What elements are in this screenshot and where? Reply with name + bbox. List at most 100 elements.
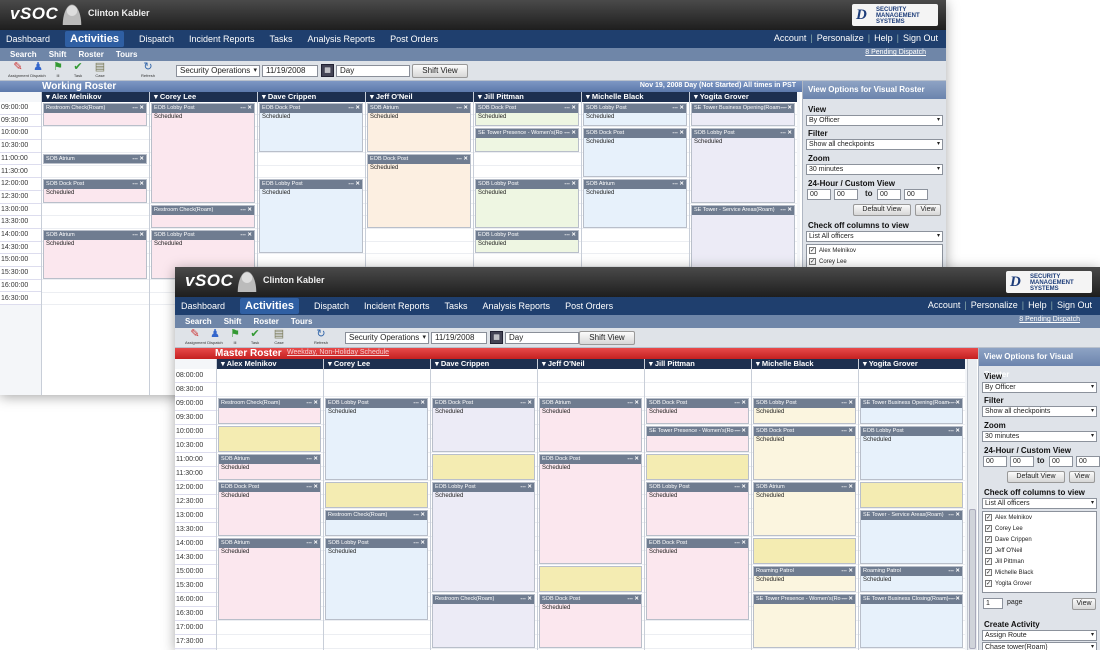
case-tool[interactable]: ▤ Case (269, 329, 289, 346)
dispatch-tool[interactable]: ♟ Dispatch (205, 329, 225, 346)
nav-dashboard[interactable]: Dashboard (6, 34, 50, 44)
officer-checkbox-item[interactable]: ✓Jeff O'Neil (983, 545, 1096, 556)
close-icon[interactable]: --- ✕ (456, 104, 468, 113)
columns-filter-select[interactable]: List All officers ▾ (982, 498, 1097, 509)
subnav-search[interactable]: Search (185, 317, 212, 326)
roster-activity-block[interactable]: SE Tower Presence - Women's(Ro --- --- ✕ (753, 594, 856, 648)
close-icon[interactable]: --- ✕ (240, 104, 252, 113)
close-icon[interactable]: --- ✕ (948, 427, 960, 436)
roster-activity-block[interactable]: SE Tower Business Closing(Roam) --- --- ✕ (860, 594, 963, 648)
checkbox[interactable]: ✓ (985, 525, 992, 532)
roster-activity-block[interactable]: EOB Lobby Post --- ✕ Scheduled (325, 398, 428, 480)
site-select[interactable]: Security Operations ▾ (176, 65, 260, 77)
roster-activity-block[interactable]: SE Tower Presence - Women's(Ro --- --- ✕ (646, 426, 749, 452)
officer-column-header[interactable]: ▾ Alex Melnikov (42, 92, 149, 102)
nav-incident-reports[interactable]: Incident Reports (364, 301, 430, 311)
roster-activity-block[interactable]: Restroom Check(Roam) --- ✕ (151, 204, 255, 228)
close-icon[interactable]: --- ✕ (240, 206, 252, 215)
roster-activity-block[interactable]: EOB Dock Post --- ✕ Scheduled (539, 454, 642, 564)
subnav-shift[interactable]: Shift (224, 317, 242, 326)
roster-activity-block[interactable]: Restroom Check(Roam) --- ✕ (325, 510, 428, 536)
officer-column-header[interactable]: ▾ Dave Crippen (431, 359, 537, 369)
from-minute-select[interactable]: 00 (834, 189, 858, 200)
checkbox[interactable]: ✓ (809, 258, 816, 265)
roster-activity-block[interactable]: SOB Dock Post --- ✕ Scheduled (753, 426, 856, 480)
roster-activity-block[interactable]: EOB Lobby Post --- ✕ Scheduled (475, 230, 579, 254)
pending-dispatch-link[interactable]: 8 Pending Dispatch (865, 49, 926, 56)
roster-activity-block[interactable]: Restroom Check(Roam) --- ✕ (218, 398, 321, 424)
roster-activity-block[interactable]: Restroom Check(Roam) --- ✕ (43, 103, 147, 127)
subnav-roster[interactable]: Roster (253, 317, 278, 326)
nav-post-orders[interactable]: Post Orders (390, 34, 438, 44)
roster-activity-block[interactable]: SOB Atrium--- ✕Scheduled (753, 482, 856, 536)
close-icon[interactable]: --- ✕ (841, 567, 853, 576)
close-icon[interactable]: --- ✕ (348, 104, 360, 113)
pending-dispatch-link[interactable]: 8 Pending Dispatch (1019, 316, 1080, 323)
view-by-select[interactable]: By Officer ▾ (982, 382, 1097, 393)
calendar-icon[interactable]: ▦ (321, 64, 334, 77)
roster-activity-block[interactable] (325, 482, 428, 508)
default-view-button[interactable]: Default View (1007, 471, 1065, 483)
nav-analysis-reports[interactable]: Analysis Reports (483, 301, 551, 311)
officer-column-header[interactable]: ▾ Yogita Grover (859, 359, 965, 369)
roster-activity-block[interactable] (753, 538, 856, 564)
officer-column-header[interactable]: ▾ Michelle Black (752, 359, 858, 369)
roster-activity-block[interactable]: SOB Atrium--- ✕Scheduled (43, 230, 147, 279)
close-icon[interactable]: --- ✕ (734, 539, 746, 548)
schedule-link[interactable]: Weekday, Non-Holiday Schedule (287, 349, 389, 356)
close-icon[interactable]: --- ✕ (841, 483, 853, 492)
zoom-select[interactable]: 30 minutes ▾ (982, 431, 1097, 442)
close-icon[interactable]: --- ✕ (734, 483, 746, 492)
close-icon[interactable]: --- ✕ (520, 595, 532, 604)
close-icon[interactable]: --- ✕ (948, 595, 960, 604)
officer-checkbox-item[interactable]: ✓ Alex Melnikov (983, 512, 1096, 523)
subnav-roster[interactable]: Roster (78, 50, 103, 59)
zoom-select[interactable]: 30 minutes ▾ (806, 164, 943, 175)
close-icon[interactable]: --- ✕ (132, 104, 144, 113)
sign-out-link[interactable]: Sign Out (903, 33, 938, 43)
nav-post-orders[interactable]: Post Orders (565, 301, 613, 311)
columns-filter-select[interactable]: List All officers ▾ (806, 231, 943, 242)
checkbox[interactable]: ✓ (985, 547, 992, 554)
sign-out-link[interactable]: Sign Out (1057, 300, 1092, 310)
ill-tool[interactable]: ⚑ Ill (225, 329, 245, 346)
officer-column-header[interactable]: ▾ Michelle Black (582, 92, 689, 102)
roster-activity-block[interactable] (539, 566, 642, 592)
view-by-select[interactable]: By Officer ▾ (806, 115, 943, 126)
close-icon[interactable]: --- ✕ (627, 595, 639, 604)
page-view-button[interactable]: View (1072, 598, 1096, 610)
date-input[interactable]: 11/19/2008 (431, 332, 487, 344)
roster-activity-block[interactable]: SOB Atrium--- ✕Scheduled (583, 179, 687, 228)
roster-activity-block[interactable]: SOB Dock Post --- ✕ Scheduled (43, 179, 147, 203)
roster-activity-block[interactable]: SE Tower Business Opening(Roam --- --- ✕ (691, 103, 795, 127)
close-icon[interactable]: --- ✕ (841, 399, 853, 408)
officer-column-header[interactable]: ▾ Jeff O'Neil (538, 359, 644, 369)
close-icon[interactable]: --- ✕ (672, 129, 684, 138)
close-icon[interactable]: --- ✕ (520, 483, 532, 492)
close-icon[interactable]: --- ✕ (948, 511, 960, 520)
checkbox[interactable]: ✓ (809, 247, 816, 254)
close-icon[interactable]: --- ✕ (240, 231, 252, 240)
refresh-tool[interactable]: ↻ Refresh (311, 329, 331, 346)
nav-incident-reports[interactable]: Incident Reports (189, 34, 255, 44)
officer-checkbox-item[interactable]: ✓ Yogita Grover (983, 578, 1096, 589)
close-icon[interactable]: --- ✕ (564, 231, 576, 240)
close-icon[interactable]: --- ✕ (306, 399, 318, 408)
close-icon[interactable]: --- ✕ (413, 399, 425, 408)
nav-tasks[interactable]: Tasks (445, 301, 468, 311)
custom-view-button[interactable]: View (1069, 471, 1095, 483)
personalize-link[interactable]: Personalize (817, 33, 864, 43)
assignment-tool[interactable]: ✎ Assignment (8, 62, 29, 79)
nav-tasks[interactable]: Tasks (270, 34, 293, 44)
officer-column-header[interactable]: ▾ Jill Pittman (474, 92, 581, 102)
officer-checkbox-item[interactable]: ✓ Michelle Black (983, 567, 1096, 578)
close-icon[interactable]: --- ✕ (306, 539, 318, 548)
help-link[interactable]: Help (1028, 300, 1047, 310)
roster-activity-block[interactable] (218, 426, 321, 452)
roster-activity-block[interactable]: SE Tower Business Opening(Roam --- --- ✕ (860, 398, 963, 424)
grid-scrollbar[interactable] (967, 359, 977, 650)
to-minute-select[interactable]: 00 (904, 189, 928, 200)
close-icon[interactable]: --- ✕ (627, 399, 639, 408)
officer-column-header[interactable]: ▾ Alex Melnikov (217, 359, 323, 369)
officer-checkbox-item[interactable]: ✓ Corey Lee (807, 256, 942, 267)
